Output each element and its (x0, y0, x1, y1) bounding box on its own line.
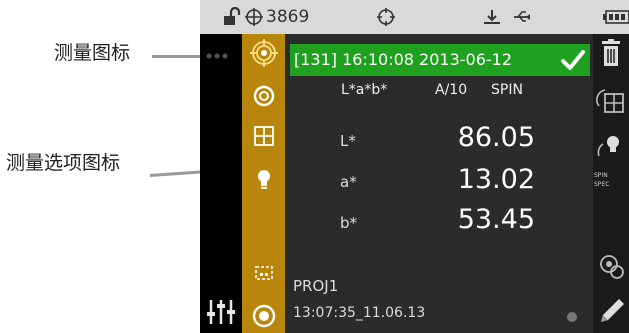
usb-icon (514, 11, 530, 22)
lightbulb-icon (257, 170, 270, 189)
calibration-target-icon (377, 8, 395, 26)
reading-value: 86.05 (457, 122, 535, 153)
aperture-icon (253, 85, 274, 107)
record-icon (252, 304, 275, 328)
reading-value: 13.02 (457, 164, 535, 195)
project-name: PROJ1 (293, 277, 339, 295)
settings-sliders-icon[interactable] (205, 296, 237, 326)
measurement-toolbar (242, 34, 285, 333)
record-button[interactable] (242, 299, 285, 333)
target-icon (245, 8, 263, 26)
illuminant-switch-icon[interactable] (595, 132, 627, 162)
battery-icon (603, 10, 629, 24)
edit-pencil-icon[interactable] (595, 296, 627, 326)
left-sidebar (200, 34, 242, 333)
measure-icon-annotation: 测量图标 (54, 42, 131, 64)
view-switch-icon[interactable] (595, 86, 627, 116)
target-settings-icon[interactable] (595, 252, 627, 282)
status-dot (567, 312, 577, 322)
status-bar: 3869 (200, 0, 629, 34)
reading-label: b* (340, 214, 358, 232)
right-toolbar: SPIN SPEC (593, 34, 629, 333)
measure-button[interactable] (242, 36, 285, 70)
measurement-header-text: [131] 16:10:08 2013-06-12 (294, 50, 513, 69)
sample-area-button[interactable] (242, 256, 285, 290)
illuminant-label: A/10 (435, 82, 468, 98)
spin-switch-label[interactable]: SPIN (594, 172, 608, 179)
measure-options-button[interactable] (242, 162, 285, 196)
sample-area-icon (254, 266, 273, 280)
device-screen: 3869 [131] 16:10:08 2013-06-12 L*a*b* A/… (200, 0, 629, 333)
grid-view-button[interactable] (242, 119, 285, 153)
measurement-panel: [131] 16:10:08 2013-06-12 L*a*b* A/10 SP… (285, 34, 593, 333)
download-icon (484, 10, 500, 24)
measurement-timestamp: 13:07:35_11.06.13 (293, 305, 426, 321)
measurement-header: [131] 16:10:08 2013-06-12 (290, 44, 590, 76)
grid-icon (253, 126, 274, 146)
trash-icon[interactable] (595, 38, 627, 68)
measure-target-icon (249, 39, 278, 67)
color-space-label: L*a*b* (341, 82, 388, 98)
reading-label: L* (340, 132, 356, 150)
reading-label: a* (340, 173, 357, 191)
spec-switch-label[interactable]: SPEC (594, 181, 609, 188)
aperture-button[interactable] (242, 79, 285, 113)
page-dots-icon (206, 53, 228, 59)
checkmark-icon (561, 50, 585, 70)
unlock-icon (224, 7, 241, 25)
reading-value: 53.45 (457, 204, 535, 235)
measurement-counter: 3869 (266, 7, 310, 27)
spin-mode-label: SPIN (491, 82, 523, 98)
measure-options-annotation: 测量选项图标 (6, 152, 121, 174)
